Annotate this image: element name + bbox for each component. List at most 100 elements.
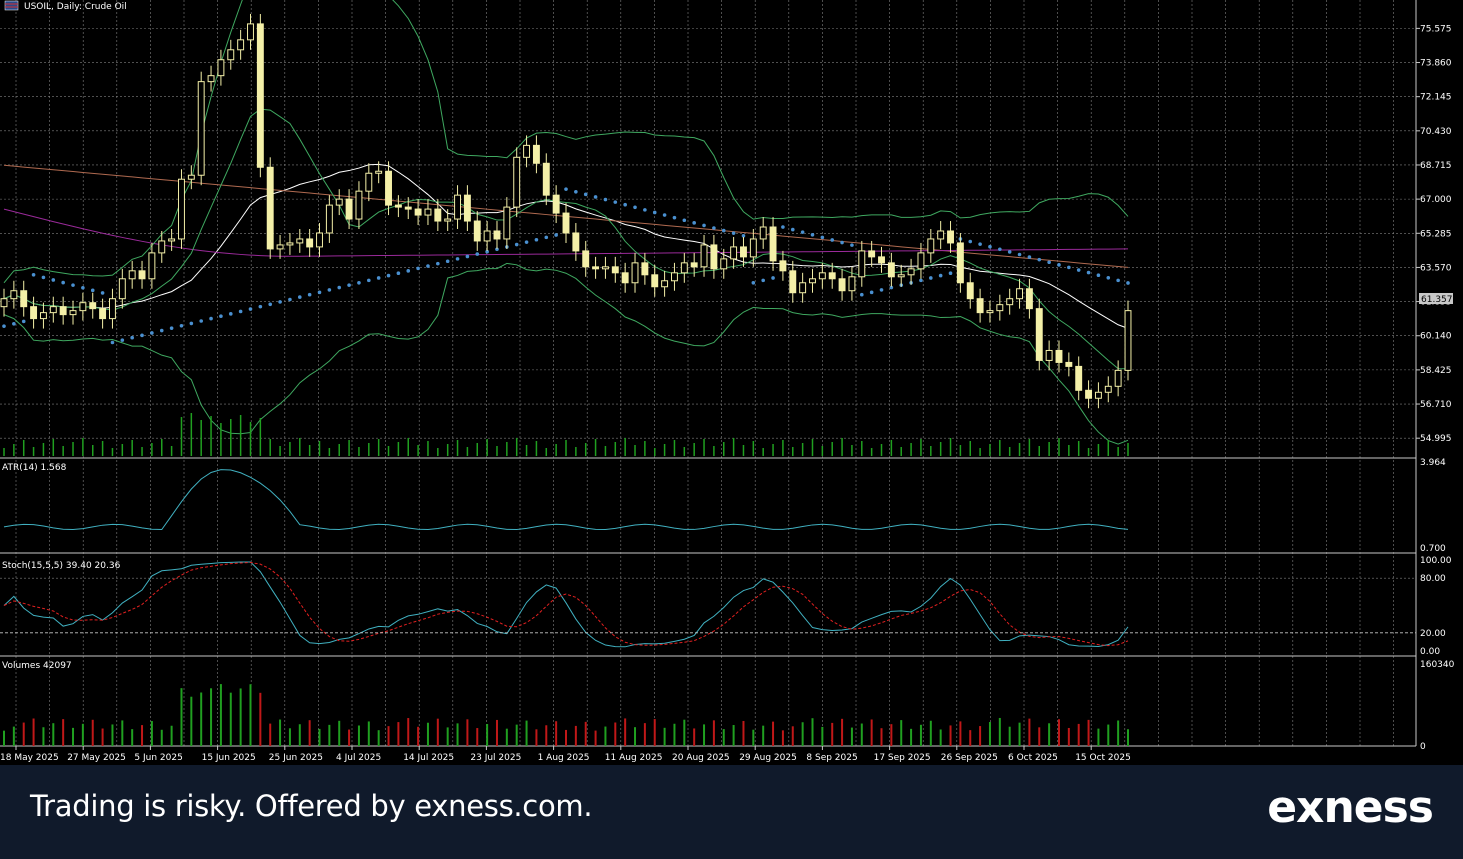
sar-dot (534, 237, 539, 242)
candle-body (20, 290, 28, 308)
sar-dot (1086, 270, 1091, 275)
candle-body (809, 278, 816, 284)
sar-dot (514, 242, 519, 247)
candle-body (651, 274, 659, 288)
footer-banner: Trading is risky. Offered by exness.com.… (0, 765, 1463, 859)
sar-dot (721, 228, 726, 233)
candle-body (197, 81, 205, 176)
candlesticks (0, 13, 1132, 409)
volume-tick-label: 0 (1420, 742, 1426, 752)
candle-body (1065, 361, 1073, 367)
candle-body (513, 156, 521, 208)
candle-body (661, 280, 669, 288)
candle-body (917, 252, 925, 270)
sar-dot (268, 302, 273, 307)
candle-body (838, 278, 846, 292)
candle-body (463, 194, 471, 222)
candle-body (1035, 308, 1043, 361)
candle-body (1016, 288, 1024, 300)
sar-dot (968, 239, 973, 244)
candle-body (1104, 385, 1112, 393)
candle-body (148, 252, 156, 280)
price-chart[interactable]: 75.575 73.860 72.145 70.430 68.715 67.000 65.2… (0, 0, 1463, 765)
candle-body (227, 49, 235, 61)
sar-dot (396, 271, 401, 276)
candle-body (631, 262, 639, 284)
sar-dot (248, 307, 253, 311)
sar-dot (71, 283, 75, 287)
sar-dot (219, 314, 223, 319)
sar-dot (682, 218, 687, 223)
date-label: 18 May 2025 (0, 753, 59, 763)
candle-body (710, 244, 718, 270)
sar-dot (1027, 255, 1032, 259)
stoch-tick-label: 0.00 (1420, 647, 1440, 657)
candle-body (789, 270, 797, 294)
candle-body (582, 250, 590, 268)
sar-dot (159, 328, 164, 333)
candle-body (966, 282, 974, 300)
sar-dot (800, 230, 805, 234)
stoch-main-line (3, 561, 1129, 648)
candle-body (1006, 298, 1014, 306)
candle-body (621, 272, 629, 284)
sar-dot (31, 273, 36, 277)
candle-body (108, 298, 116, 320)
sar-dot (781, 225, 785, 229)
candle-body (868, 250, 876, 258)
candle-body (178, 178, 185, 240)
atr-line (3, 469, 1129, 531)
sar-dot (1106, 275, 1111, 280)
price-tick-label: 56.710 (1420, 400, 1452, 410)
sar-dot (850, 243, 854, 247)
sar-dot (603, 197, 608, 202)
date-label: 1 Aug 2025 (538, 753, 590, 763)
volume-label: Volumes 42097 (2, 661, 72, 671)
sar-dot (179, 323, 184, 328)
price-tick-label: 54.995 (1420, 434, 1452, 444)
candle-body (572, 232, 580, 252)
candle-body (187, 174, 195, 180)
sar-dot (1037, 257, 1042, 262)
sar-dot (150, 331, 154, 335)
sar-dot (702, 223, 706, 228)
candle-body (118, 278, 126, 300)
date-label: 25 Jun 2025 (269, 753, 323, 763)
sar-dot (436, 261, 440, 266)
candle-body (601, 266, 609, 270)
sar-dot (169, 326, 174, 330)
sar-dot (2, 324, 6, 328)
candle-body (434, 208, 442, 222)
date-label: 15 Oct 2025 (1075, 753, 1131, 763)
sar-dot (1116, 278, 1120, 283)
stoch-tick-label: 80.00 (1420, 574, 1446, 584)
sar-dot (554, 233, 558, 237)
sar-dot (130, 335, 134, 340)
sar-dot (830, 238, 835, 242)
date-label: 29 Aug 2025 (739, 753, 797, 763)
sar-dot (475, 252, 480, 256)
candle-body (503, 206, 511, 240)
candle-body (956, 242, 964, 284)
candle-body (799, 282, 807, 294)
candle-body (523, 144, 531, 158)
atr-label: ATR(14) 1.568 (2, 463, 67, 473)
sar-dot (633, 205, 637, 210)
exness-logo[interactable]: exness (1267, 782, 1434, 833)
date-label: 20 Aug 2025 (672, 753, 730, 763)
sar-dot (258, 304, 263, 309)
candle-body (404, 206, 412, 210)
sar-dot (416, 266, 420, 271)
candle-body (769, 226, 777, 262)
indicator-lines (3, 0, 1129, 648)
volume-tick-label: 160340 (1420, 660, 1455, 670)
stoch-label: Stoch(15,5,5) 39.40 20.36 (2, 561, 121, 571)
sar-dot (879, 288, 884, 292)
main-volume-bars (3, 413, 1129, 456)
candle-body (69, 310, 77, 316)
price-tick-label: 67.000 (1420, 195, 1452, 205)
sar-dot (140, 333, 144, 338)
sar-dot (1007, 250, 1012, 254)
candle-body (345, 198, 353, 220)
sar-dot (948, 271, 953, 276)
